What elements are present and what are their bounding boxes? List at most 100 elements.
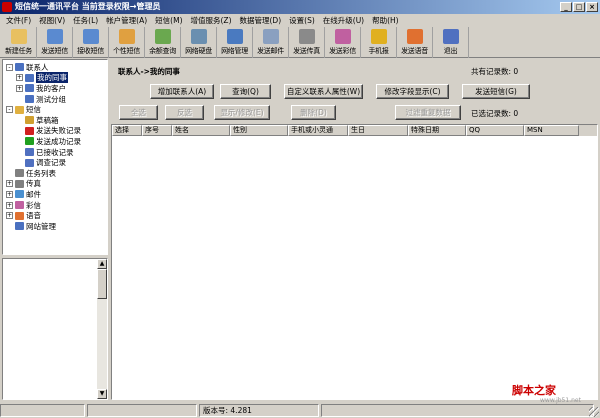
collapse-icon[interactable]: - <box>6 63 13 71</box>
survey-icon <box>25 158 34 167</box>
menu-item-9[interactable]: 帮助(H) <box>368 15 403 26</box>
column-header[interactable]: 手机或小灵通 <box>288 125 348 136</box>
scroll-up-icon[interactable]: ▲ <box>97 259 107 269</box>
toolbar-button-3[interactable]: 个性短信 <box>109 27 145 58</box>
menu-item-2[interactable]: 任务(L) <box>69 15 102 26</box>
toolbar-button-12[interactable]: 退出 <box>433 27 469 58</box>
column-header[interactable]: QQ <box>466 125 524 136</box>
toolbar-button-10[interactable]: 手机报 <box>361 27 397 58</box>
tree-node[interactable]: + 传真 <box>6 179 107 190</box>
toolbar-button-0[interactable]: 新建任务 <box>1 27 37 58</box>
delete-button[interactable]: 删除(D) <box>291 105 336 120</box>
tree-node[interactable]: + 邮件 <box>6 189 107 200</box>
selected-records: 已选记录数: 0 <box>471 109 519 118</box>
tree-node-label: 我的客户 <box>36 83 66 93</box>
query-button[interactable]: 查询(Q) <box>220 84 271 99</box>
toolbar-button-7[interactable]: 发送邮件 <box>253 27 289 58</box>
expand-icon[interactable]: + <box>16 74 23 82</box>
modify-fields-button[interactable]: 修改字段显示(C) <box>376 84 449 99</box>
column-header[interactable]: 姓名 <box>172 125 230 136</box>
menu-item-6[interactable]: 数据管理(D) <box>236 15 286 26</box>
tree-node[interactable]: 调查记录 <box>6 157 107 168</box>
tree-node[interactable]: + 我的客户 <box>6 83 107 94</box>
column-header[interactable]: 性别 <box>230 125 288 136</box>
column-header[interactable]: 选择 <box>112 125 142 136</box>
tree-node-label: 网站管理 <box>26 221 56 231</box>
menu-item-7[interactable]: 设置(S) <box>285 15 319 26</box>
tree-node[interactable]: 网站管理 <box>6 221 107 232</box>
contacts-table[interactable]: 选择 序号 姓名 性别 手机或小灵通 生日 特殊日期 QQ MSN <box>111 124 598 400</box>
column-header[interactable]: 序号 <box>142 125 172 136</box>
expand-icon[interactable]: + <box>6 212 13 220</box>
toolbar-button-9[interactable]: 发送彩信 <box>325 27 361 58</box>
toolbar-button-1[interactable]: 发送短信 <box>37 27 73 58</box>
menu-item-1[interactable]: 视图(V) <box>35 15 69 26</box>
version-status: 版本号: 4.281 <box>199 403 319 417</box>
mail-folder-icon <box>15 190 24 199</box>
resize-grip-icon[interactable] <box>589 407 599 417</box>
menu-item-8[interactable]: 在线升级(U) <box>319 15 368 26</box>
filter-duplicates-button[interactable]: 过滤重复数据 <box>395 105 461 120</box>
fax-folder-icon <box>15 179 24 188</box>
toolbar-button-4[interactable]: 余额查询 <box>145 27 181 58</box>
tree-node[interactable]: 已接收记录 <box>6 147 107 158</box>
toolbar-button-11[interactable]: 发送语音 <box>397 27 433 58</box>
toolbar-label: 发送彩信 <box>329 47 356 55</box>
tree-node[interactable]: - 短信 <box>6 104 107 115</box>
minimize-button[interactable]: _ <box>560 2 572 12</box>
expand-icon[interactable]: + <box>6 201 13 209</box>
tree-node-label: 彩信 <box>26 200 41 210</box>
preview-scrollbar[interactable]: ▲ ▼ <box>97 259 107 399</box>
expand-icon[interactable]: + <box>6 180 13 188</box>
column-header[interactable]: 生日 <box>348 125 408 136</box>
toolbar-button-5[interactable]: 网络硬盘 <box>181 27 217 58</box>
column-header[interactable]: MSN <box>524 125 579 136</box>
invert-selection-button[interactable]: 反选 <box>165 105 204 120</box>
toolbar-label: 发送语音 <box>401 47 428 55</box>
menu-item-5[interactable]: 增值服务(Z) <box>187 15 236 26</box>
close-button[interactable]: × <box>586 2 598 12</box>
toolbar-button-2[interactable]: 接收短信 <box>73 27 109 58</box>
tree-node[interactable]: 发送失败记录 <box>6 126 107 137</box>
expand-icon[interactable]: + <box>16 84 23 92</box>
tree-node[interactable]: 任务列表 <box>6 168 107 179</box>
column-header[interactable]: 特殊日期 <box>408 125 466 136</box>
toolbar-label: 新建任务 <box>5 47 32 55</box>
scroll-thumb[interactable] <box>97 269 107 299</box>
disk-icon <box>190 29 207 44</box>
menu-item-4[interactable]: 短信(M) <box>151 15 186 26</box>
select-all-button[interactable]: 全选 <box>119 105 158 120</box>
add-contact-button[interactable]: 增加联系人(A) <box>150 84 214 99</box>
menu-item-0[interactable]: 文件(F) <box>2 15 35 26</box>
mms-folder-icon <box>15 201 24 210</box>
send-sms-button[interactable]: 发送短信(G) <box>462 84 530 99</box>
custom-attribute-button[interactable]: 自定义联系人属性(W) <box>284 84 363 99</box>
toolbar-button-6[interactable]: 网络管理 <box>217 27 253 58</box>
status-panel-4 <box>321 403 594 417</box>
scroll-down-icon[interactable]: ▼ <box>97 389 107 399</box>
watermark-url: www.jb51.net <box>540 397 581 404</box>
toolbar-label: 发送传真 <box>293 47 320 55</box>
tree-node[interactable]: 测试分组 <box>6 94 107 105</box>
toolbar-label: 余额查询 <box>149 47 176 55</box>
tree-node-label: 我的同事 <box>36 72 68 84</box>
custom-sms-icon <box>118 29 135 44</box>
collapse-icon[interactable]: - <box>6 106 13 114</box>
balance-icon <box>154 29 171 44</box>
toolbar-label: 接收短信 <box>77 47 104 55</box>
tree-node[interactable]: + 彩信 <box>6 200 107 211</box>
menu-item-3[interactable]: 帐户管理(A) <box>102 15 151 26</box>
view-edit-button[interactable]: 显示/修改(E) <box>214 105 270 120</box>
expand-icon[interactable]: + <box>6 190 13 198</box>
tree-node[interactable]: 发送成功记录 <box>6 136 107 147</box>
tree-node[interactable]: + 我的同事 <box>6 72 107 84</box>
maximize-button[interactable]: □ <box>573 2 585 12</box>
tree-node[interactable]: + 语音 <box>6 210 107 221</box>
tree-node-label: 联系人 <box>26 62 49 72</box>
tree-node[interactable]: 草稿箱 <box>6 115 107 126</box>
fax-icon <box>298 29 315 44</box>
toolbar-button-8[interactable]: 发送传真 <box>289 27 325 58</box>
tree-node-label: 语音 <box>26 211 41 221</box>
tree-node-label: 调查记录 <box>36 158 66 168</box>
tree-node[interactable]: - 联系人 <box>6 62 107 73</box>
